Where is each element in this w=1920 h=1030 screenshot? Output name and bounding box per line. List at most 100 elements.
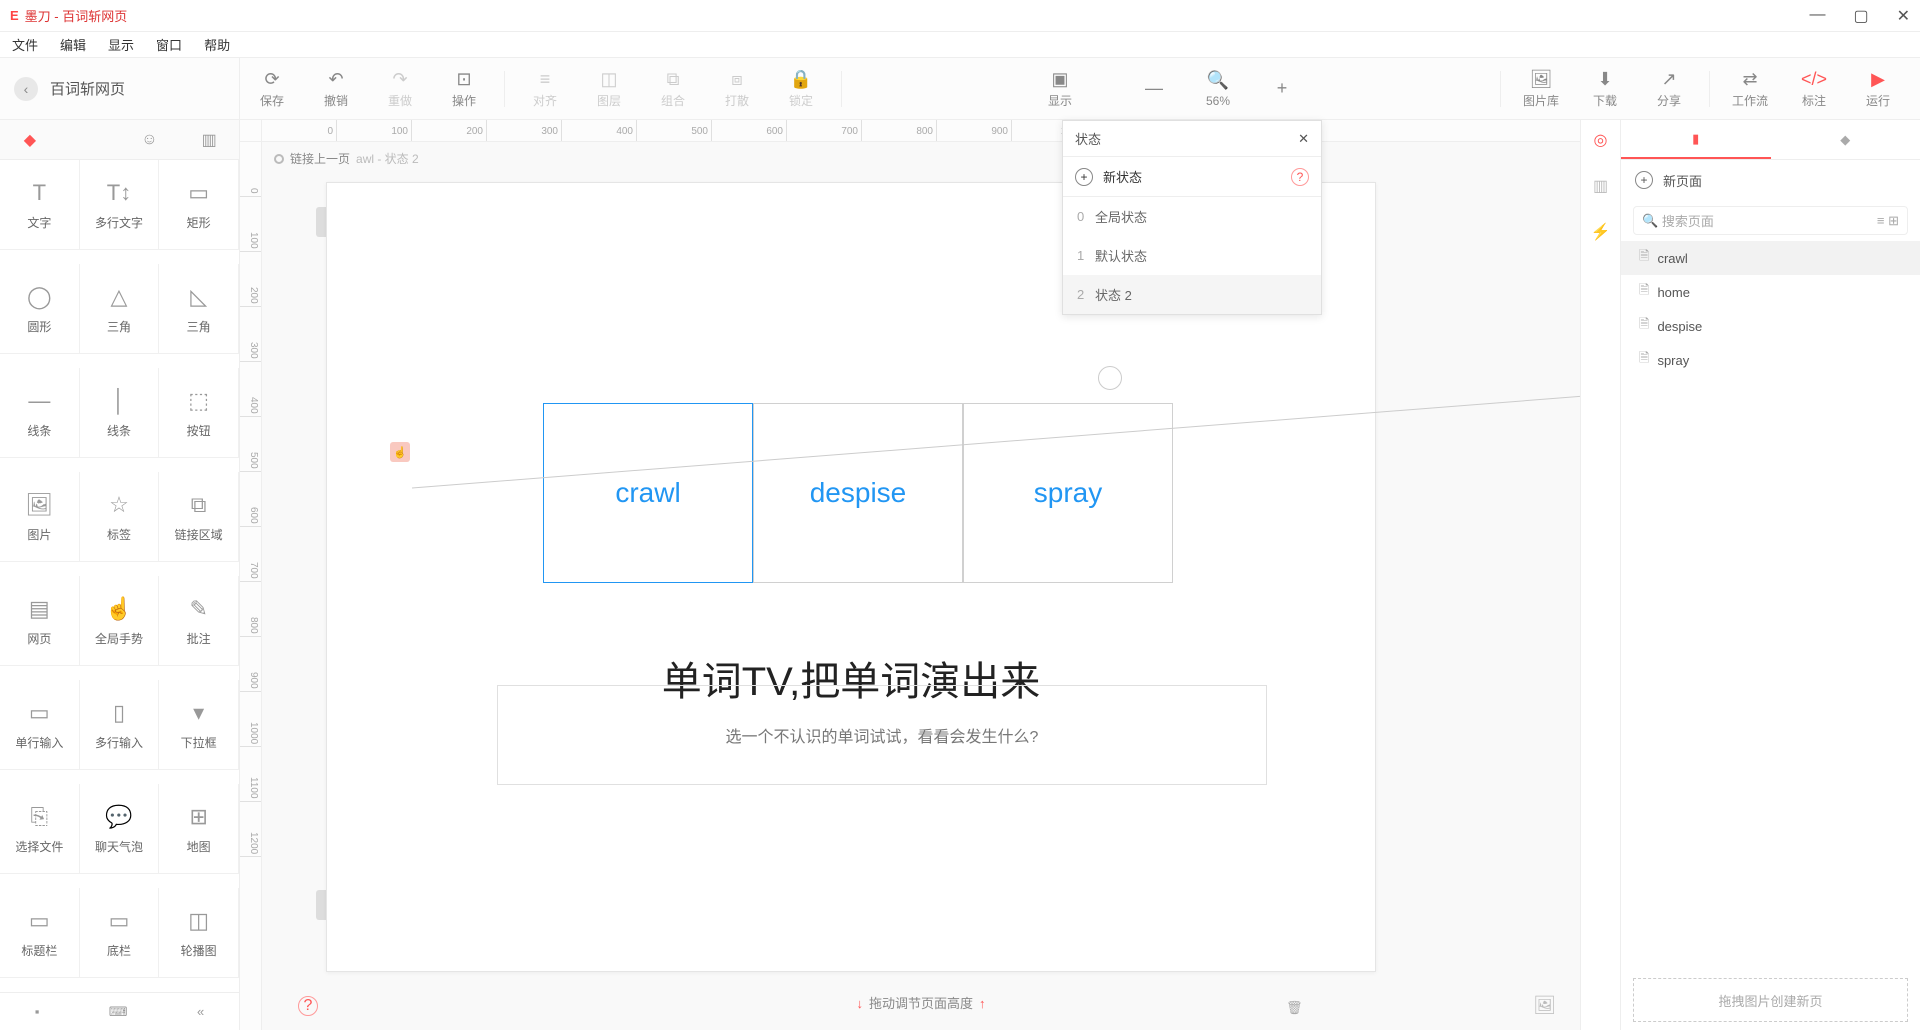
zoom-out-button[interactable]: — <box>1122 78 1186 100</box>
menu-view[interactable]: 显示 <box>108 35 134 54</box>
state-item-1[interactable]: 1默认状态 <box>1063 236 1321 275</box>
menu-help[interactable]: 帮助 <box>204 35 230 54</box>
toolbar: ‹ 百词斩网页 ⟳保存 ↶撤销 ↷重做 ⊡操作 ≡对齐 ◫图层 ⧉组合 ⧈打散 … <box>0 58 1920 120</box>
lock-button[interactable]: 🔒锁定 <box>769 68 833 109</box>
new-state-button[interactable]: +新状态 ? <box>1063 157 1321 197</box>
component-多行文字[interactable]: T↕多行文字 <box>80 160 160 250</box>
help-icon[interactable]: ? <box>298 996 318 1016</box>
component-标签[interactable]: ☆标签 <box>80 472 160 562</box>
drop-zone[interactable]: 拖拽图片创建新页 <box>1633 978 1908 1022</box>
breadcrumb-dot-icon <box>274 154 284 164</box>
menu-window[interactable]: 窗口 <box>156 35 182 54</box>
tab-shapes-icon[interactable]: ◆ <box>10 120 50 160</box>
project-name: 百词斩网页 <box>50 78 125 99</box>
rail-flash-icon[interactable]: ⚡ <box>1591 222 1611 242</box>
component-三角[interactable]: ◺三角 <box>159 264 239 354</box>
imagelib-button[interactable]: 🖼图片库 <box>1509 68 1573 109</box>
state-help-icon[interactable]: ? <box>1291 168 1309 186</box>
state-item-2[interactable]: 2状态 2 <box>1063 275 1321 314</box>
canvas: 0100200300400500600700800900100011001200… <box>240 120 1580 1030</box>
component-线条[interactable]: │线条 <box>80 368 160 458</box>
rail-target-icon[interactable]: ◎ <box>1594 130 1608 150</box>
component-三角[interactable]: △三角 <box>80 264 160 354</box>
minimize-icon[interactable]: — <box>1809 6 1825 26</box>
menu-file[interactable]: 文件 <box>12 35 38 54</box>
page-item-home[interactable]: 🗎home <box>1621 275 1920 309</box>
zoom-level[interactable]: 🔍56% <box>1186 70 1250 108</box>
menu-edit[interactable]: 编辑 <box>60 35 86 54</box>
tab-layers-icon[interactable]: ◆ <box>1771 120 1920 159</box>
trash-icon[interactable]: 🗑 <box>1286 1000 1594 1016</box>
zoom-in-button[interactable]: + <box>1250 78 1314 100</box>
component-选择文件[interactable]: ⎘选择文件 <box>0 784 80 874</box>
breadcrumb-state: awl - 状态 2 <box>356 150 419 167</box>
components-panel: ◆ ☺ ▥ T文字T↕多行文字▭矩形 ◯圆形△三角◺三角 —线条│线条⬚按钮 🖼图片☆… <box>0 120 240 1030</box>
component-链接区域[interactable]: ⧉链接区域 <box>159 472 239 562</box>
component-下拉框[interactable]: ▾下拉框 <box>159 680 239 770</box>
state-item-0[interactable]: 0全局状态 <box>1063 197 1321 236</box>
component-圆形[interactable]: ◯圆形 <box>0 264 80 354</box>
tab-smile-icon[interactable]: ☺ <box>129 120 169 160</box>
undo-button[interactable]: ↶撤销 <box>304 68 368 109</box>
new-page-button[interactable]: +新页面 <box>1621 160 1920 200</box>
component-地图[interactable]: ⊞地图 <box>159 784 239 874</box>
component-线条[interactable]: —线条 <box>0 368 80 458</box>
right-panel: ◎ ▥ ⚡ ▮ ◆ +新页面 🔍 搜索页面 ≡ ⊞ 🗎crawl🗎home🗎de… <box>1580 120 1920 1030</box>
app-logo-icon: E <box>10 8 19 23</box>
subtitle-box: 选一个不认识的单词试试，看看会发生什么? <box>497 685 1267 785</box>
footer-keyboard-icon[interactable]: ⌨ <box>109 1004 128 1020</box>
workflow-button[interactable]: ⇄工作流 <box>1718 68 1782 109</box>
page-item-despise[interactable]: 🗎despise <box>1621 309 1920 343</box>
download-button[interactable]: ⬇下载 <box>1573 68 1637 109</box>
annotate-button[interactable]: </>标注 <box>1782 68 1846 109</box>
rail-layout-icon[interactable]: ▥ <box>1593 176 1608 196</box>
maximize-icon[interactable]: ▢ <box>1853 6 1868 26</box>
state-popup: 状态 ✕ +新状态 ? 0全局状态1默认状态2状态 2 <box>1062 120 1322 315</box>
layer-button[interactable]: ◫图层 <box>577 68 641 109</box>
component-网页[interactable]: ▤网页 <box>0 576 80 666</box>
operate-button[interactable]: ⊡操作 <box>432 68 496 109</box>
close-icon[interactable]: ✕ <box>1897 6 1910 26</box>
ungroup-button[interactable]: ⧈打散 <box>705 68 769 109</box>
breadcrumb-link[interactable]: 链接上一页 <box>290 150 350 167</box>
component-图片[interactable]: 🖼图片 <box>0 472 80 562</box>
selection-handle-icon[interactable]: ☝ <box>390 442 410 462</box>
group-button[interactable]: ⧉组合 <box>641 68 705 109</box>
tab-layout-icon[interactable]: ▥ <box>189 120 229 160</box>
component-按钮[interactable]: ⬚按钮 <box>159 368 239 458</box>
word-card-spray[interactable]: spray <box>963 403 1173 583</box>
component-底栏[interactable]: ▭底栏 <box>80 888 160 978</box>
component-轮播图[interactable]: ◫轮播图 <box>159 888 239 978</box>
run-button[interactable]: ▶运行 <box>1846 68 1910 109</box>
component-全局手势[interactable]: ☝全局手势 <box>80 576 160 666</box>
page-item-crawl[interactable]: 🗎crawl <box>1621 241 1920 275</box>
state-popup-title: 状态 <box>1075 129 1101 148</box>
redo-button[interactable]: ↷重做 <box>368 68 432 109</box>
word-card-crawl[interactable]: crawl <box>543 403 753 583</box>
breadcrumb[interactable]: 链接上一页 awl - 状态 2 <box>274 150 419 167</box>
footer-collapse-icon[interactable]: « <box>197 1004 204 1019</box>
tab-apple-icon[interactable] <box>70 120 110 160</box>
state-popup-close-icon[interactable]: ✕ <box>1298 131 1309 147</box>
menubar: 文件 编辑 显示 窗口 帮助 <box>0 32 1920 58</box>
tab-pages-icon[interactable]: ▮ <box>1621 120 1771 159</box>
window-title: 墨刀 - 百词斩网页 <box>25 6 128 25</box>
align-button[interactable]: ≡对齐 <box>513 68 577 109</box>
titlebar: E 墨刀 - 百词斩网页 — ▢ ✕ <box>0 0 1920 32</box>
gesture-handle-icon[interactable] <box>1098 366 1122 390</box>
component-聊天气泡[interactable]: 💬聊天气泡 <box>80 784 160 874</box>
share-button[interactable]: ↗分享 <box>1637 68 1701 109</box>
component-标题栏[interactable]: ▭标题栏 <box>0 888 80 978</box>
page-search-input[interactable]: 🔍 搜索页面 ≡ ⊞ <box>1633 206 1908 235</box>
component-多行输入[interactable]: ▯多行输入 <box>80 680 160 770</box>
footer-dark-icon[interactable]: ▪ <box>35 1004 40 1019</box>
component-单行输入[interactable]: ▭单行输入 <box>0 680 80 770</box>
component-矩形[interactable]: ▭矩形 <box>159 160 239 250</box>
component-批注[interactable]: ✎批注 <box>159 576 239 666</box>
component-文字[interactable]: T文字 <box>0 160 80 250</box>
page-item-spray[interactable]: 🗎spray <box>1621 343 1920 377</box>
word-card-despise[interactable]: despise <box>753 403 963 583</box>
display-button[interactable]: ▣显示 <box>1028 68 1092 109</box>
back-button[interactable]: ‹ <box>14 77 38 101</box>
save-button[interactable]: ⟳保存 <box>240 68 304 109</box>
